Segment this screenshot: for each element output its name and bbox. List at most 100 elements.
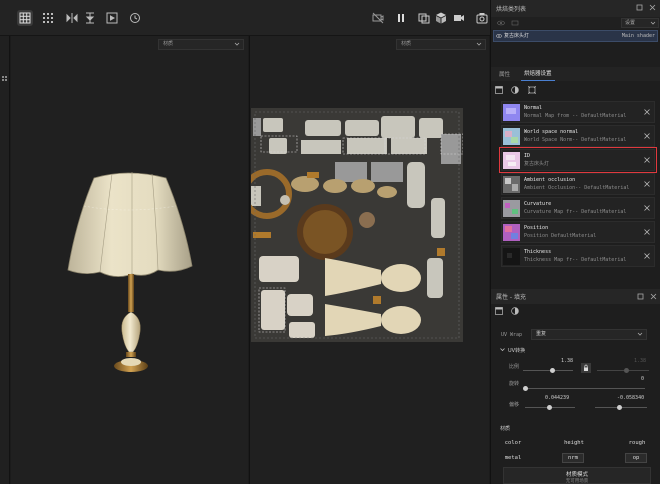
- layers-icon[interactable]: [416, 10, 432, 26]
- baker-item-title: Normal: [524, 105, 543, 111]
- close-icon[interactable]: [644, 253, 650, 259]
- normal-map-thumbnail: [503, 103, 520, 121]
- viewport-3d-mode-select[interactable]: 材质: [158, 39, 244, 50]
- close-icon[interactable]: [644, 205, 650, 211]
- bake-texture-icon[interactable]: [495, 86, 503, 94]
- dock-grip-icon[interactable]: [2, 66, 7, 81]
- rotation-slider-track[interactable]: [525, 388, 645, 389]
- material-mode-sub: 无可用场景: [565, 479, 589, 484]
- material-mode-box[interactable]: 材质模式 无可用场景: [503, 467, 651, 484]
- rotation-value: 0: [641, 376, 645, 382]
- sphere-icon[interactable]: [511, 86, 519, 94]
- baker-item-title: Thickness: [524, 249, 552, 255]
- history-icon[interactable]: [127, 10, 143, 26]
- right-dock: 烘焙类列表 设置 复古床头灯 Main shader 属性 烘焙器设置 Norm…: [490, 0, 660, 484]
- top-toolbar: [0, 0, 490, 36]
- pixel-grid-icon[interactable]: [40, 10, 56, 26]
- close-icon[interactable]: [644, 133, 650, 139]
- float-panel-icon[interactable]: [637, 293, 644, 300]
- close-icon[interactable]: [644, 229, 650, 235]
- scale-slider-handle-secondary[interactable]: [624, 368, 629, 373]
- cube-icon[interactable]: [433, 10, 449, 26]
- baker-item-subtitle: World Space Norm-- DefaultMaterial: [524, 137, 627, 143]
- chevron-down-icon: [650, 21, 656, 25]
- baker-item-subtitle: Curvature Map fr-- DefaultMaterial: [524, 209, 627, 215]
- position-map-thumbnail: [503, 223, 520, 241]
- bake-list-title: 烘焙类列表: [496, 6, 527, 13]
- close-icon[interactable]: [650, 293, 657, 300]
- chevron-down-icon[interactable]: [500, 347, 505, 352]
- scale-value-secondary: 1.38: [634, 358, 647, 364]
- curvature-map-thumbnail: [503, 199, 520, 217]
- sphere-icon[interactable]: [511, 307, 519, 315]
- baker-item-normal[interactable]: Normal Normal Map from -- DefaultMaterial: [501, 101, 655, 123]
- chevron-down-icon: [234, 42, 240, 46]
- baker-item-title: Position: [524, 225, 549, 231]
- viewport-3d[interactable]: 材质: [11, 36, 248, 484]
- lock-icon[interactable]: [581, 363, 591, 373]
- channel-color-button[interactable]: color: [501, 440, 525, 446]
- flip-icon[interactable]: [64, 10, 80, 26]
- scale-label: 比例: [509, 364, 520, 370]
- scale-slider-track[interactable]: [523, 370, 573, 371]
- close-icon[interactable]: [644, 109, 650, 115]
- bake-list-row[interactable]: 复古床头灯 Main shader: [493, 30, 658, 42]
- tab-baker-settings[interactable]: 烘焙器设置: [521, 69, 555, 81]
- video-icon[interactable]: [451, 10, 467, 26]
- rotation-label: 旋转: [509, 381, 520, 387]
- left-dock-strip: [0, 36, 10, 484]
- baker-item-title: World space normal: [524, 129, 579, 135]
- baker-item-ambient-occlusion[interactable]: Ambient occlusion Ambient Occlusion-- Def…: [501, 173, 655, 195]
- baker-item-subtitle: Thickness Map fr-- DefaultMaterial: [524, 257, 627, 263]
- camera-off-icon[interactable]: [370, 10, 386, 26]
- baker-item-world-space-normal[interactable]: World space normal World Space Norm-- Def…: [501, 125, 655, 147]
- channel-op-button[interactable]: op: [625, 453, 647, 463]
- baker-item-id[interactable]: ID 复古床头灯: [499, 147, 657, 173]
- screenshot-icon[interactable]: [474, 10, 490, 26]
- pivot-icon[interactable]: [82, 10, 98, 26]
- uv-wrap-select[interactable]: 重复: [531, 329, 647, 340]
- bake-list-toolbar: 设置: [491, 17, 660, 29]
- properties-title: 属性 - 填充: [496, 294, 526, 301]
- eye-icon[interactable]: [497, 20, 505, 26]
- tab-properties[interactable]: 属性: [496, 70, 513, 81]
- baker-item-subtitle: Ambient Occlusion-- DefaultMaterial: [524, 185, 630, 191]
- material-mode-label: 材质模式: [565, 472, 588, 478]
- baker-item-subtitle: Position DefaultMaterial: [524, 233, 597, 239]
- channel-rough-button[interactable]: rough: [625, 440, 649, 446]
- frame-icon[interactable]: [104, 10, 120, 26]
- offset-y-slider-handle[interactable]: [617, 405, 622, 410]
- channel-nrm-button[interactable]: nrm: [562, 453, 584, 463]
- close-icon[interactable]: [644, 157, 650, 163]
- grid-icon[interactable]: [17, 10, 33, 26]
- close-icon[interactable]: [644, 181, 650, 187]
- channel-metal-button[interactable]: metal: [501, 455, 525, 461]
- float-panel-icon[interactable]: [636, 4, 643, 11]
- bake-list-row-name: 复古床头灯: [504, 33, 530, 39]
- rotation-slider-handle[interactable]: [523, 386, 528, 391]
- link-icon[interactable]: [511, 20, 519, 26]
- scale-slider-track-secondary[interactable]: [597, 370, 649, 371]
- bake-settings-tabs: 属性 烘焙器设置: [491, 67, 660, 81]
- uv-texture-atlas: [251, 108, 463, 342]
- scale-slider-handle[interactable]: [550, 368, 555, 373]
- baker-item-curvature[interactable]: Curvature Curvature Map fr-- DefaultMater…: [501, 197, 655, 219]
- viewport-2d-mode-value: 材质: [401, 41, 412, 47]
- offset-x-slider-handle[interactable]: [547, 405, 552, 410]
- frame-select-icon[interactable]: [528, 86, 536, 94]
- viewport-2d-mode-select[interactable]: 材质: [396, 39, 486, 50]
- baker-item-title: Curvature: [524, 201, 552, 207]
- baker-item-thickness[interactable]: Thickness Thickness Map fr-- DefaultMater…: [501, 245, 655, 267]
- close-icon[interactable]: [649, 4, 656, 11]
- baker-item-position[interactable]: Position Position DefaultMaterial: [501, 221, 655, 243]
- properties-header: 属性 - 填充: [491, 289, 660, 304]
- pause-icon[interactable]: [393, 10, 409, 26]
- channel-height-button[interactable]: height: [561, 440, 587, 446]
- baker-item-subtitle: Normal Map from -- DefaultMaterial: [524, 113, 627, 119]
- bake-list-settings-select[interactable]: 设置: [621, 18, 659, 28]
- uv-transform-label: UV转换: [508, 348, 526, 354]
- viewport-2d-uv[interactable]: 材质: [249, 36, 489, 484]
- layer-icon[interactable]: [495, 307, 503, 315]
- offset-label: 偏移: [509, 402, 520, 408]
- eye-icon[interactable]: [496, 34, 502, 38]
